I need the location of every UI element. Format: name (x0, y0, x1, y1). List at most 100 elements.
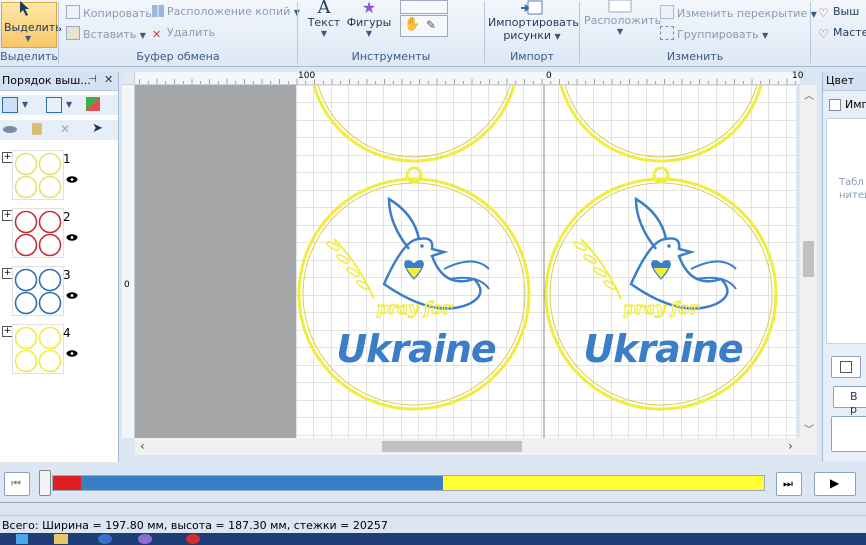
ruler-corner (122, 72, 135, 85)
ruler-vertical: 0 (122, 84, 135, 438)
chevron-down-icon: ▼ (22, 100, 29, 109)
vertical-scroll-thumb[interactable] (803, 241, 814, 277)
ruler-horizontal: 100 0 10 (122, 71, 804, 85)
scroll-right-arrow[interactable]: › (788, 439, 793, 453)
right-label-1: Выш (833, 5, 860, 18)
master-button[interactable]: ♡ Масте (818, 26, 866, 40)
design-canvas[interactable]: UkraineUkrainepray forUkrainepray forUkr… (296, 85, 796, 438)
eye-icon[interactable] (3, 126, 17, 133)
thread-table-label: Табл (839, 177, 864, 188)
import-label-2: рисунки (503, 29, 552, 42)
text-button[interactable]: A Текст ▼ (304, 0, 344, 38)
stitch-progress-bar[interactable] (52, 475, 765, 491)
horizontal-scroll-thumb[interactable] (382, 441, 522, 452)
ruler-label-100: 100 (298, 71, 316, 81)
group-label-select: Выделить (0, 50, 58, 63)
overlap-icon (660, 5, 674, 19)
color-panel-title-bar: Цвет (823, 72, 866, 91)
vertical-scrollbar[interactable]: ︿ ﹀ (800, 85, 817, 438)
right-label-2: Масте (833, 26, 866, 39)
copy-layout-label: Расположение копий (167, 5, 291, 18)
color-sort-icon[interactable] (86, 97, 100, 111)
zoom-tools[interactable] (400, 0, 448, 14)
status-text: Всего: Ширина = 197.80 мм, высота = 187.… (2, 519, 388, 532)
copy-layout-button[interactable]: Расположение копий ▼ (152, 5, 300, 18)
ribbon: Выделить ▼ Выделить Копировать Вставить … (0, 0, 866, 67)
frame-icon[interactable] (2, 97, 18, 113)
taskbar-app-icon[interactable] (138, 534, 152, 544)
select-button[interactable]: Выделить ▼ (1, 1, 62, 48)
eye-icon[interactable] (66, 173, 78, 183)
separator (810, 2, 811, 64)
group-label-edit: Изменить (666, 50, 724, 63)
shapes-button[interactable]: ★ Фигуры ▼ (346, 0, 392, 38)
arrange-button[interactable]: Расположить ▼ (584, 0, 661, 36)
close-icon[interactable]: ✕ (104, 73, 113, 86)
hide-icon[interactable]: ✕ (60, 122, 70, 136)
start-icon[interactable] (16, 534, 28, 544)
stitch-order-thumbnail[interactable] (12, 208, 64, 258)
text-label: Текст (307, 16, 341, 29)
group-label-tools: Инструменты (351, 50, 431, 63)
progress-segment (81, 476, 443, 490)
stitch-order-thumbnail[interactable] (12, 266, 64, 316)
delete-button[interactable]: ✕ Удалить (152, 26, 215, 41)
go-to-start-button[interactable]: ⏮ (4, 472, 30, 496)
paste-button[interactable]: Вставить ▼ (66, 26, 146, 41)
thread-table-area: Табл нитей (826, 118, 866, 344)
copy-icon (66, 5, 80, 19)
ruler-ticks-h (122, 79, 797, 84)
import-label-1: Импортировать (488, 16, 579, 29)
scroll-corner (800, 438, 817, 455)
star-icon: ★ (361, 0, 377, 17)
scroll-left-arrow[interactable]: ‹ (140, 439, 145, 453)
select-label: Выделить (4, 21, 62, 34)
play-icon: ▶ (830, 476, 840, 490)
delete-icon: ✕ (152, 28, 162, 41)
color-panel-item[interactable]: Имп (845, 98, 866, 111)
heart-icon: ♡ (818, 27, 829, 41)
taskbar-app-icon[interactable] (186, 534, 200, 544)
stitch-order-number: 4 (63, 326, 71, 340)
group-label-import: Импорт (510, 50, 554, 63)
play-button[interactable]: ▶ (814, 472, 856, 496)
panel-title: Порядок выш... (2, 74, 91, 87)
scroll-down-arrow[interactable]: ﹀ (804, 421, 814, 436)
embroidery-button[interactable]: ♡ Выш (818, 5, 859, 19)
copy-layout-icon (152, 5, 164, 17)
import-images-button[interactable]: Импортировать рисунки ▼ (488, 0, 579, 42)
color-panel-title: Цвет (826, 74, 855, 87)
progress-slider-handle[interactable] (39, 470, 51, 496)
eye-icon[interactable] (66, 347, 78, 357)
horizontal-scrollbar[interactable]: ‹ › (135, 438, 800, 455)
change-overlap-button[interactable]: Изменить перекрытие ▼ (660, 5, 817, 20)
lock-icon[interactable] (32, 123, 42, 135)
scroll-up-arrow[interactable]: ︿ (804, 87, 814, 102)
stitch-order-thumbnail[interactable] (12, 324, 64, 374)
taskbar-app-icon[interactable] (54, 534, 68, 544)
paste-icon (66, 26, 80, 40)
eye-icon[interactable] (66, 231, 78, 241)
copy-button[interactable]: Копировать (66, 5, 152, 20)
stitch-order-thumbnail[interactable] (12, 150, 64, 200)
spool-icon (840, 361, 852, 373)
design-svg: UkraineUkrainepray forUkrainepray forUkr… (296, 85, 796, 438)
eye-icon[interactable] (66, 289, 78, 299)
go-to-end-button[interactable]: ⏭ (776, 472, 802, 496)
ruler-label-10: 10 (792, 71, 804, 81)
color-action-button[interactable]: В р (833, 386, 866, 416)
workspace-background (135, 85, 296, 438)
taskbar-app-icon[interactable] (98, 534, 112, 544)
chevron-down-icon: ▼ (66, 100, 73, 109)
status-bar: Всего: Ширина = 197.80 мм, высота = 187.… (0, 515, 866, 534)
layers-icon[interactable] (46, 97, 62, 113)
pan-tool-button[interactable]: ✋ ✎ (400, 15, 448, 37)
panel-toolbar-2: ✕ ➤ (0, 120, 118, 140)
import-image-icon (521, 0, 543, 15)
group-button[interactable]: Группировать ▼ (660, 26, 768, 41)
cursor-icon[interactable]: ➤ (92, 121, 103, 136)
pin-icon[interactable]: ⊣ (88, 74, 97, 85)
thread-tool-button[interactable] (831, 356, 861, 378)
chevron-down-icon: ▼ (616, 27, 624, 36)
svg-text:Ukraine: Ukraine (583, 327, 743, 371)
